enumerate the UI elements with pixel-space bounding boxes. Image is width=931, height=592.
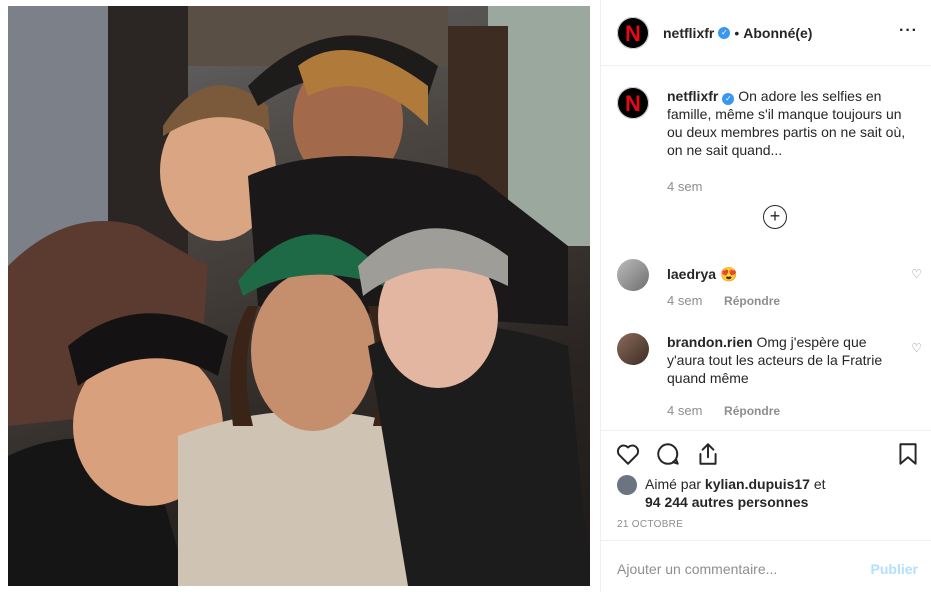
comment-username[interactable]: brandon.rien <box>667 334 753 350</box>
post-header: N netflixfr ✓ • Abonné(e) ··· <box>601 0 931 66</box>
likes-text: Aimé par kylian.dupuis17 et 94 244 autre… <box>645 475 826 511</box>
liker-username[interactable]: kylian.dupuis17 <box>705 476 810 492</box>
follow-status-button[interactable]: Abonné(e) <box>743 25 812 41</box>
caption-time-label[interactable]: 4 sem <box>667 179 702 194</box>
caption: N netflixfr ✓ On adore les selfies en fam… <box>617 87 917 159</box>
post-photo[interactable] <box>8 6 590 586</box>
comment-icon[interactable] <box>655 441 681 467</box>
caption-text-block: netflixfr ✓ On adore les selfies en famil… <box>667 87 917 159</box>
post-actions: Aimé par kylian.dupuis17 et 94 244 autre… <box>601 430 931 540</box>
post-date[interactable]: 21 OCTOBRE <box>617 519 683 530</box>
liker-avatar[interactable] <box>617 475 637 495</box>
comment-item: laedrya 😍 <box>617 259 917 291</box>
caption-avatar[interactable]: N <box>617 87 649 119</box>
verified-badge-icon: ✓ <box>722 93 735 105</box>
comment-like-heart-icon[interactable]: ♡ <box>911 341 922 355</box>
comment-time[interactable]: 4 sem <box>667 403 702 418</box>
comment-text-block: brandon.rien Omg j'espère que y'aura tou… <box>667 333 897 387</box>
bookmark-icon[interactable] <box>895 441 921 467</box>
comment-input[interactable]: Ajouter un commentaire... <box>617 561 777 577</box>
likes-conj: et <box>813 476 826 492</box>
verified-badge-icon: ✓ <box>718 26 731 39</box>
post-side-panel: N netflixfr ✓ • Abonné(e) ··· N netflixf… <box>600 0 931 592</box>
netflix-logo-icon: N <box>625 20 641 46</box>
likes-count[interactable]: 94 244 autres personnes <box>645 494 808 510</box>
caption-time: 4 sem <box>667 179 702 194</box>
caption-username[interactable]: netflixfr <box>667 88 718 104</box>
publish-button[interactable]: Publier <box>871 561 918 577</box>
comment-time[interactable]: 4 sem <box>667 293 702 308</box>
photo-illustration <box>8 6 590 586</box>
commenter-avatar[interactable] <box>617 259 649 291</box>
comment-meta: 4 sem Répondre <box>667 293 780 308</box>
post-username[interactable]: netflixfr <box>663 25 714 41</box>
comments-list[interactable]: N netflixfr ✓ On adore les selfies en fam… <box>601 67 931 430</box>
comment-text: 😍 <box>719 266 738 282</box>
comment-username[interactable]: laedrya <box>667 266 716 282</box>
header-separator: • <box>734 24 740 41</box>
reply-button[interactable]: Répondre <box>724 294 780 308</box>
comment-like-heart-icon[interactable]: ♡ <box>911 267 922 281</box>
post-photo-area <box>0 0 600 592</box>
heart-icon[interactable] <box>615 441 641 467</box>
plus-circle-icon[interactable]: + <box>763 205 787 229</box>
comment-text-block: laedrya 😍 <box>667 265 897 291</box>
likes-summary: Aimé par kylian.dupuis17 et 94 244 autre… <box>617 475 826 511</box>
share-icon[interactable] <box>695 441 721 467</box>
reply-button[interactable]: Répondre <box>724 404 780 418</box>
netflix-logo-icon: N <box>625 91 641 116</box>
netflix-avatar[interactable]: N <box>617 16 649 49</box>
more-options-icon[interactable]: ··· <box>899 22 918 40</box>
comment-item: brandon.rien Omg j'espère que y'aura tou… <box>617 333 917 387</box>
add-comment-bar: Ajouter un commentaire... Publier <box>601 540 931 592</box>
commenter-avatar[interactable] <box>617 333 649 365</box>
likes-prefix: Aimé par <box>645 476 702 492</box>
comment-meta: 4 sem Répondre <box>667 403 780 418</box>
